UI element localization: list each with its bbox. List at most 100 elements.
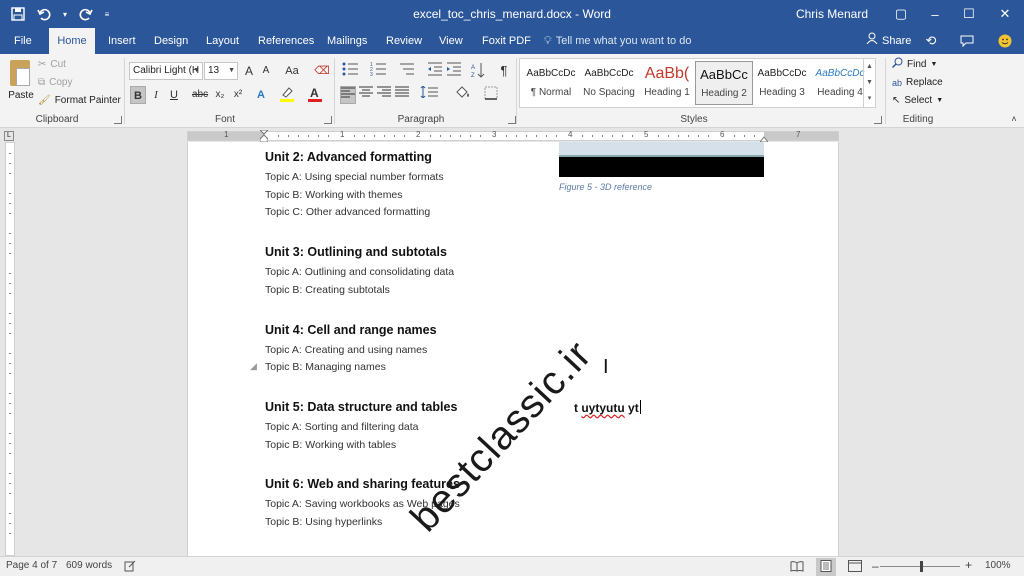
vertical-ruler[interactable]: [5, 142, 15, 556]
borders-icon[interactable]: [480, 86, 502, 104]
chevron-up-icon[interactable]: ▲: [864, 59, 875, 75]
multilevel-list-icon[interactable]: [396, 62, 420, 80]
font-size-select[interactable]: 13 ▼: [204, 62, 238, 80]
style-heading-1[interactable]: AaBb( Heading 1: [638, 61, 696, 105]
tab-foxit-pdf[interactable]: Foxit PDF: [474, 28, 539, 54]
font-launcher-icon[interactable]: [324, 116, 332, 124]
zoom-out-button[interactable]: –: [872, 559, 879, 573]
collapse-ribbon-icon[interactable]: ˄: [1006, 110, 1022, 128]
style-heading-4[interactable]: AaBbCcDc Heading 4: [811, 61, 869, 105]
proofing-icon[interactable]: [124, 560, 136, 575]
lightbulb-icon: 💡︎: [544, 35, 552, 47]
grow-font-button[interactable]: A: [241, 62, 257, 80]
cut-button[interactable]: ✂ Cut: [38, 57, 66, 73]
typed-word: yt: [628, 401, 639, 415]
decrease-indent-icon[interactable]: [427, 62, 443, 80]
style-normal[interactable]: AaBbCcDc ¶ Normal: [522, 61, 580, 105]
close-button[interactable]: ✕: [988, 0, 1022, 28]
misspelled-word[interactable]: uytyutu: [581, 401, 624, 415]
chevron-down-icon: ▼: [936, 97, 944, 104]
select-button[interactable]: ↖ Select ▼: [892, 93, 943, 109]
zoom-level[interactable]: 100%: [985, 560, 1011, 571]
horizontal-ruler[interactable]: 1 1 2 3 4 5 6 7: [187, 129, 839, 143]
paste-button[interactable]: Paste: [6, 58, 34, 110]
svg-text:Z: Z: [471, 73, 475, 78]
indent-marker-icon[interactable]: [258, 129, 270, 143]
comment-icon[interactable]: [958, 32, 976, 50]
numbering-icon[interactable]: 123: [368, 62, 392, 80]
tab-mailings[interactable]: Mailings: [319, 28, 375, 54]
font-family-select[interactable]: Calibri Light (H ▼: [129, 62, 203, 80]
align-right-icon[interactable]: [376, 86, 392, 104]
style-no-spacing[interactable]: AaBbCcDc No Spacing: [580, 61, 638, 105]
ruler-number: 1: [224, 130, 229, 139]
chevron-down-icon: ▼: [930, 61, 938, 68]
shading-icon[interactable]: [452, 86, 474, 104]
superscript-button[interactable]: x²: [230, 86, 246, 104]
copy-button[interactable]: ⧉ Copy: [38, 75, 73, 91]
shrink-font-button[interactable]: A: [258, 62, 274, 80]
tab-view[interactable]: View: [431, 28, 471, 54]
increase-indent-icon[interactable]: [446, 62, 462, 80]
change-case-button[interactable]: Aa: [281, 62, 303, 80]
clipboard-launcher-icon[interactable]: [114, 116, 122, 124]
strikethrough-button[interactable]: abc: [192, 86, 208, 104]
tab-review[interactable]: Review: [378, 28, 430, 54]
zoom-in-button[interactable]: +: [965, 558, 972, 572]
tab-references[interactable]: References: [250, 28, 322, 54]
toc-topic: Topic B: Managing names: [265, 361, 386, 373]
subscript-button[interactable]: x₂: [212, 86, 228, 104]
tab-file[interactable]: File: [6, 28, 40, 54]
tab-design[interactable]: Design: [146, 28, 196, 54]
replace-button[interactable]: ab Replace: [892, 75, 943, 91]
history-icon[interactable]: ⟲: [922, 32, 940, 50]
tab-home[interactable]: Home: [49, 28, 95, 54]
more-styles-icon[interactable]: ▾: [864, 91, 875, 107]
style-heading-3[interactable]: AaBbCcDc Heading 3: [753, 61, 811, 105]
minimize-button[interactable]: –: [918, 0, 952, 28]
underline-button[interactable]: U: [166, 86, 182, 104]
svg-text:3: 3: [370, 72, 373, 76]
font-color-icon[interactable]: A: [307, 86, 323, 104]
tell-me-box[interactable]: 💡︎ Tell me what you want to do: [544, 28, 691, 54]
smiley-icon[interactable]: [996, 32, 1014, 50]
zoom-slider-thumb[interactable]: [920, 561, 923, 572]
web-layout-icon[interactable]: [848, 560, 862, 575]
bullets-icon[interactable]: [340, 62, 364, 80]
format-painter-button[interactable]: 🖌︎ Format Painter: [38, 93, 121, 109]
styles-scroll[interactable]: ▲ ▼ ▾: [863, 59, 875, 107]
tab-selector[interactable]: L: [4, 131, 14, 141]
ribbon-display-options-icon[interactable]: ▢: [884, 0, 918, 28]
replace-icon: ab: [892, 78, 903, 88]
find-button[interactable]: Find ▼: [891, 57, 938, 73]
right-indent-marker-icon[interactable]: [758, 134, 770, 143]
share-label: Share: [882, 35, 912, 47]
user-name[interactable]: Chris Menard: [796, 7, 868, 21]
highlight-color-icon[interactable]: [279, 86, 295, 104]
print-layout-icon[interactable]: [816, 558, 836, 576]
align-center-icon[interactable]: [358, 86, 374, 104]
text-effects-icon[interactable]: A: [253, 86, 269, 104]
share-button[interactable]: Share: [866, 28, 911, 54]
document-page[interactable]: Figure 5 - 3D reference Unit 2: Advanced…: [187, 142, 839, 556]
figure-image[interactable]: [559, 142, 764, 177]
paragraph-launcher-icon[interactable]: [508, 116, 516, 124]
clear-formatting-icon[interactable]: ⌫: [314, 62, 330, 80]
typed-text[interactable]: t uytyutu yt: [574, 400, 641, 415]
bold-button[interactable]: B: [130, 86, 146, 104]
line-spacing-icon[interactable]: [418, 85, 440, 104]
word-count[interactable]: 609 words: [66, 560, 112, 571]
justify-icon[interactable]: [394, 86, 410, 104]
style-heading-2[interactable]: AaBbCc Heading 2: [695, 61, 753, 105]
align-left-icon[interactable]: [340, 86, 356, 104]
tab-layout[interactable]: Layout: [198, 28, 247, 54]
read-mode-icon[interactable]: [790, 560, 804, 575]
chevron-down-icon[interactable]: ▼: [864, 75, 875, 91]
page-indicator[interactable]: Page 4 of 7: [6, 560, 57, 571]
maximize-button[interactable]: ☐: [952, 0, 986, 28]
italic-button[interactable]: I: [148, 86, 164, 104]
styles-launcher-icon[interactable]: [874, 116, 882, 124]
sort-icon[interactable]: AZ: [470, 62, 486, 80]
show-formatting-button[interactable]: ¶: [496, 62, 512, 80]
tab-insert[interactable]: Insert: [100, 28, 144, 54]
